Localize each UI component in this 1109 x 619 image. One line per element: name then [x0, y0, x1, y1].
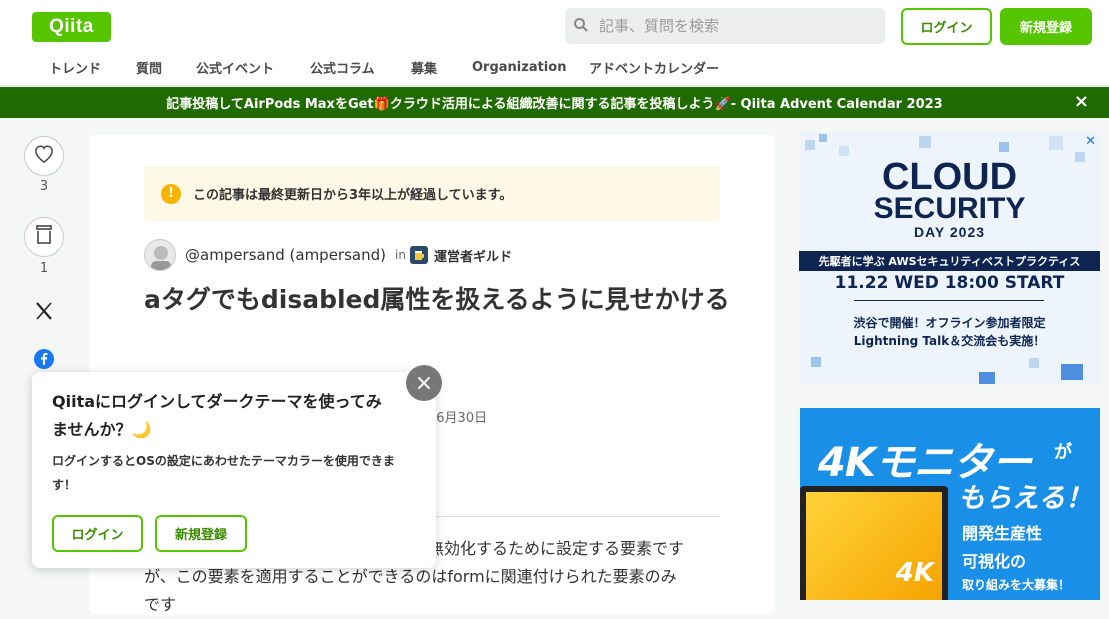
signup-button[interactable]: 新規登録 [1000, 8, 1092, 45]
promo-banner[interactable]: 記事投稿してAirPods MaxをGet🎁クラウド活用による組織改善に関する記… [0, 87, 1109, 118]
ad-feature-line: 可視化の [962, 552, 1027, 571]
divider [428, 516, 720, 517]
like-count: 3 [39, 179, 49, 194]
nav-item-trend[interactable]: トレンド [49, 58, 101, 77]
ad-feature-line: 開発生産性 [962, 524, 1043, 543]
article-date: 06月30日 [428, 411, 488, 426]
nav-item-official-columns[interactable]: 公式コラム [310, 58, 375, 77]
org-icon[interactable] [409, 246, 428, 264]
ad-title-line: DAY 2023 [913, 224, 986, 240]
search-icon [573, 17, 591, 35]
x-icon [34, 301, 54, 325]
popup-title: Qiitaにログインしてダークテーマを使ってみませんか？🌙 [52, 392, 382, 439]
ad-close-icon[interactable]: ✕ [1085, 134, 1096, 149]
article-title: aタグでもdisabled属性を扱えるように見せかける [144, 285, 730, 314]
ad-subheadline: もらえる！ [958, 483, 1093, 514]
ad-title-line: SECURITY [873, 192, 1026, 225]
stock-count: 1 [39, 261, 49, 276]
popup-signup-button[interactable]: 新規登録 [155, 515, 247, 552]
monitor-icon: 4K [800, 486, 948, 600]
avatar[interactable] [144, 239, 176, 271]
search-input[interactable] [599, 17, 869, 35]
search-box[interactable] [565, 8, 885, 44]
ad-feature-line: 取り組みを大募集！ [962, 578, 1071, 592]
popup-close-icon[interactable]: × [406, 365, 442, 401]
ad-note-line: 渋谷で開催！オフライン参加者限定 [853, 316, 1046, 330]
promo-banner-text[interactable]: 記事投稿してAirPods MaxをGet🎁クラウド活用による組織改善に関する記… [166, 93, 942, 112]
facebook-icon [34, 349, 54, 373]
org-name[interactable]: 運営者ギルド [434, 246, 512, 265]
like-button[interactable] [24, 136, 64, 176]
monitor-screen-label: 4K [895, 558, 934, 588]
nav-item-questions[interactable]: 質問 [136, 58, 162, 77]
ad-note: 渋谷で開催！オフライン参加者限定 Lightning Talk＆交流会も実施！ [799, 314, 1100, 350]
ad-title: CLOUD SECURITY DAY 2023 [799, 156, 1100, 240]
login-button[interactable]: ログイン [901, 8, 992, 45]
stock-button[interactable] [24, 217, 64, 257]
divider [854, 300, 1044, 301]
dark-theme-popup: Qiitaにログインしてダークテーマを使ってみませんか？🌙 ログインするとOSの… [32, 372, 436, 568]
ad-headline-suffix: が [1054, 442, 1072, 463]
cloud-security-ad[interactable]: ✕ CLOUD SECURITY DAY 2023 先駆者に学ぶ AWSセキュリ… [799, 132, 1100, 384]
body-line: です [144, 595, 177, 614]
heart-icon [34, 145, 54, 167]
author-name[interactable]: @ampersand (ampersand) [185, 246, 386, 264]
nav-item-official-events[interactable]: 公式イベント [196, 58, 274, 77]
monitor-screen: 4K [806, 492, 942, 600]
popup-text: ログインするとOSの設定にあわせたテーマカラーを使用できます！ [52, 454, 395, 492]
stock-icon [35, 225, 53, 249]
ad-subtitle: 先駆者に学ぶ AWSセキュリティベストプラクティス [799, 251, 1100, 271]
ad-date: 11.22 WED 18:00 START [834, 273, 1065, 293]
outdated-notice: ! この記事は最終更新日から3年以上が経過しています。 [144, 166, 720, 221]
nav-item-advent-calendar[interactable]: アドベントカレンダー [589, 58, 719, 77]
site-header: Qiita ログイン 新規登録 トレンド 質問 公式イベント 公式コラム 募集 … [0, 0, 1109, 86]
close-icon[interactable]: × [1074, 92, 1089, 112]
nav-item-recruiting[interactable]: 募集 [411, 58, 437, 77]
author-line: @ampersand (ampersand) in 運営者ギルド [144, 238, 512, 272]
4k-monitor-ad[interactable]: 4Kモニター が もらえる！ 4K 開発生産性 可視化の 取り組みを大募集！ [800, 408, 1100, 600]
nav-item-organization[interactable]: Organization [472, 60, 566, 75]
share-x-button[interactable] [24, 293, 64, 333]
popup-login-button[interactable]: ログイン [52, 515, 143, 552]
in-label: in [394, 248, 406, 262]
ad-title-line: CLOUD [881, 156, 1018, 198]
warning-icon: ! [161, 183, 181, 204]
qiita-logo[interactable]: Qiita [32, 12, 111, 42]
outdated-notice-text: この記事は最終更新日から3年以上が経過しています。 [193, 188, 513, 203]
ad-note-line: Lightning Talk＆交流会も実施！ [853, 334, 1046, 348]
